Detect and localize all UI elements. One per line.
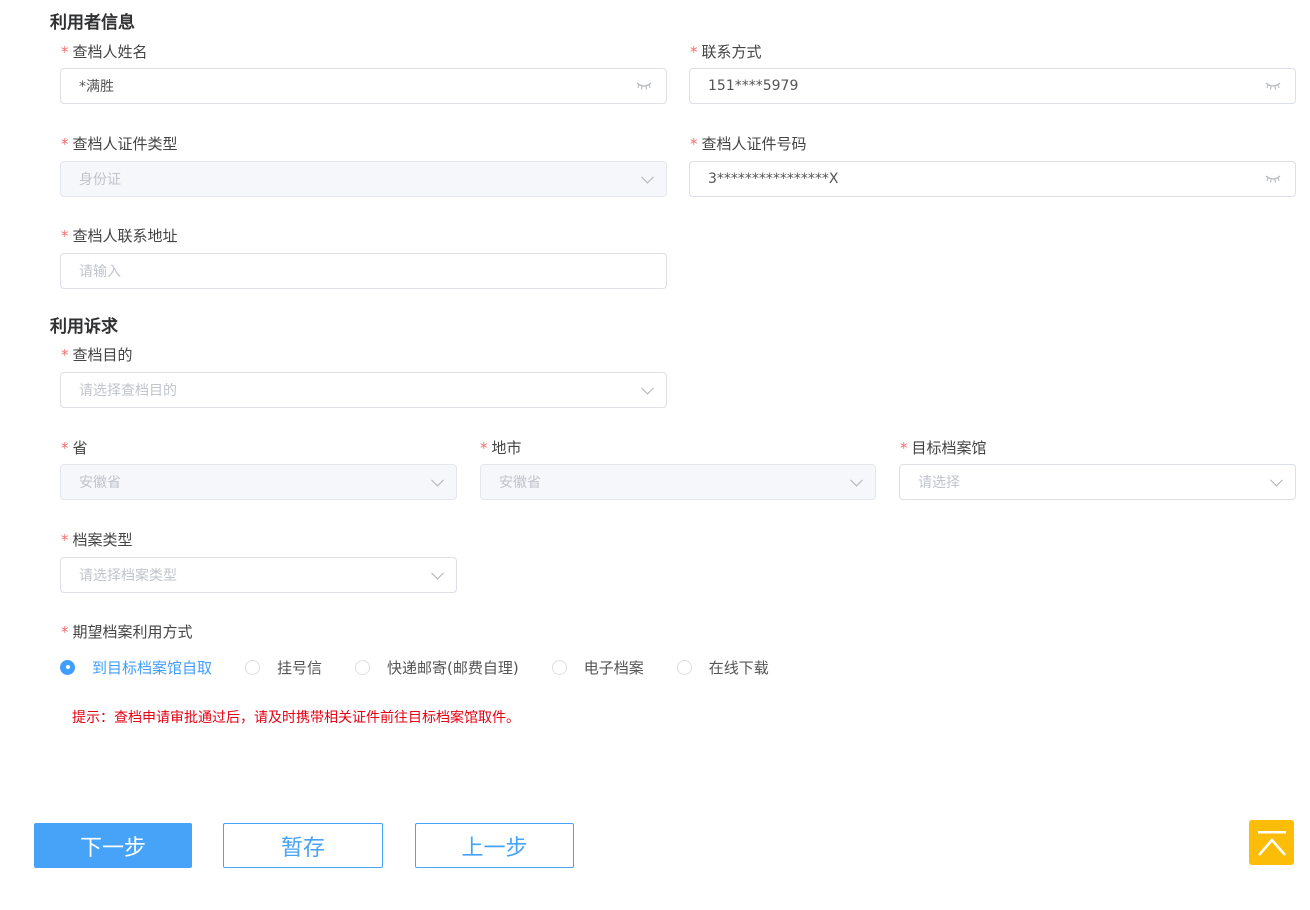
city-label: * 地市	[480, 439, 522, 457]
save-draft-button[interactable]: 暂存	[223, 823, 383, 868]
radio-registered-mail[interactable]: 挂号信	[245, 657, 322, 678]
chevron-down-icon	[1270, 473, 1283, 487]
purpose-select[interactable]: 请选择查档目的	[60, 372, 667, 408]
radio-button[interactable]	[60, 659, 75, 675]
chevron-down-icon	[850, 473, 863, 487]
chevron-down-icon	[641, 381, 654, 395]
pickup-tip: 提示：查档申请审批通过后，请及时携带相关证件前往目标档案馆取件。	[72, 710, 520, 726]
archive-type-select[interactable]: 请选择档案类型	[60, 557, 457, 593]
radio-electronic[interactable]: 电子档案	[551, 657, 644, 678]
radio-button[interactable]	[551, 659, 567, 675]
contact-field[interactable]: 151****5979	[689, 68, 1296, 104]
back-to-top-button[interactable]	[1249, 820, 1294, 865]
address-label: * 查档人联系地址	[61, 227, 178, 245]
archive-label: * 目标档案馆	[900, 439, 987, 457]
id-number-label: * 查档人证件号码	[690, 135, 807, 153]
address-field[interactable]: 请输入	[60, 253, 667, 289]
chevron-down-icon	[641, 170, 654, 184]
next-step-button[interactable]: 下一步	[34, 823, 192, 868]
purpose-label: * 查档目的	[61, 346, 133, 364]
chevron-down-icon	[431, 566, 444, 580]
section-title-request: 利用诉求	[50, 317, 118, 337]
archive-type-label: * 档案类型	[61, 531, 133, 549]
eye-closed-icon[interactable]	[636, 80, 652, 92]
radio-online-download[interactable]: 在线下载	[676, 657, 769, 678]
prev-step-button[interactable]: 上一步	[415, 823, 574, 868]
name-label: * 查档人姓名	[61, 43, 148, 61]
id-type-select: 身份证	[60, 161, 667, 197]
province-label: * 省	[61, 439, 88, 457]
id-number-field[interactable]: 3****************X	[689, 161, 1296, 197]
chevron-down-icon	[431, 473, 444, 487]
id-type-label: * 查档人证件类型	[61, 135, 178, 153]
eye-closed-icon[interactable]	[1265, 173, 1281, 185]
radio-button[interactable]	[245, 659, 261, 675]
radio-button[interactable]	[676, 659, 692, 675]
contact-label: * 联系方式	[690, 43, 762, 61]
radio-self-pickup[interactable]: 到目标档案馆自取	[60, 657, 212, 678]
back-to-top-icon	[1257, 830, 1286, 856]
name-field[interactable]: *满胜	[60, 68, 667, 104]
method-radio-group: 到目标档案馆自取 挂号信 快递邮寄(邮费自理) 电子档案 在线下载	[60, 656, 769, 678]
radio-express[interactable]: 快递邮寄(邮费自理)	[355, 657, 519, 678]
province-select: 安徽省	[60, 464, 457, 500]
section-title-user-info: 利用者信息	[50, 13, 135, 33]
radio-button[interactable]	[355, 659, 371, 675]
archive-select[interactable]: 请选择	[899, 464, 1296, 500]
method-label: * 期望档案利用方式	[61, 623, 193, 641]
city-select: 安徽省	[480, 464, 876, 500]
eye-closed-icon[interactable]	[1265, 80, 1281, 92]
